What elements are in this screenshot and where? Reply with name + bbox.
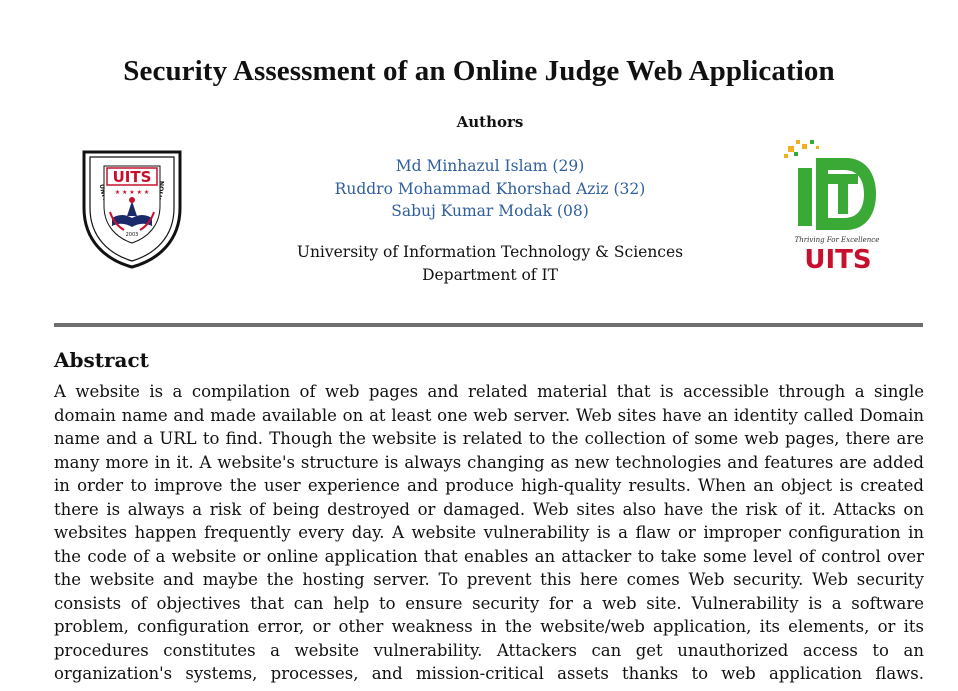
- uits-seal-icon: UNIVERSITY OF INFORMATION TECHNOLOGY AND…: [77, 141, 182, 269]
- it-uits-logo-icon: Thriving For Excellence UITS: [784, 140, 880, 275]
- svg-text:★ ★ ★ ★ ★: ★ ★ ★ ★ ★: [115, 189, 150, 196]
- abstract-line: there is always a risk of being destroye…: [54, 499, 924, 519]
- abstract-body: A website is a compilation of web pages …: [54, 380, 924, 686]
- svg-text:UITS: UITS: [804, 245, 871, 274]
- section-divider: [54, 323, 923, 327]
- authors-heading: Authors: [456, 113, 524, 131]
- abstract-line: organization's systems, processes, and m…: [54, 664, 924, 683]
- svg-text:Thriving For Excellence: Thriving For Excellence: [795, 236, 880, 244]
- abstract-heading: Abstract: [54, 348, 149, 372]
- abstract-line: problem, configuration error, or other w…: [54, 617, 924, 636]
- svg-text:2003: 2003: [126, 232, 139, 238]
- abstract-line: domain name and made available on at lea…: [54, 405, 924, 425]
- abstract-line: consists of objectives that can help to …: [54, 593, 924, 613]
- svg-text:UITS: UITS: [113, 168, 152, 186]
- it-department-logo: Thriving For Excellence UITS: [782, 138, 882, 275]
- abstract-line: the code of a website or online applicat…: [54, 546, 924, 566]
- abstract-line: many more in it. A website's structure i…: [54, 452, 924, 472]
- abstract-line: in order to improve the user experience …: [54, 476, 924, 495]
- paper-title: Security Assessment of an Online Judge W…: [123, 55, 835, 87]
- abstract-line: procedures constitutes a website vulnera…: [54, 640, 924, 660]
- abstract-line: A website is a compilation of web pages …: [54, 382, 924, 401]
- abstract-line: name and a URL to find. Though the websi…: [54, 429, 924, 448]
- abstract-line: the website and maybe the hosting server…: [54, 570, 924, 589]
- abstract-line: websites happen frequently every day. A …: [54, 523, 924, 542]
- uits-seal-logo: UNIVERSITY OF INFORMATION TECHNOLOGY AND…: [77, 141, 184, 270]
